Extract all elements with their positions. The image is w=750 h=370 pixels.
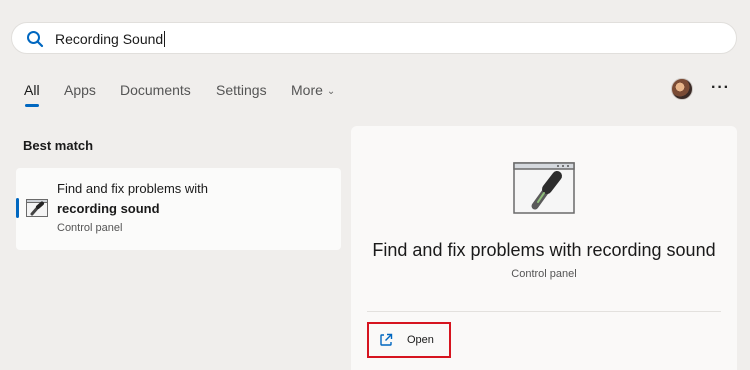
search-input-value: Recording Sound: [55, 31, 164, 47]
selection-indicator: [16, 198, 19, 218]
tab-settings[interactable]: Settings: [216, 80, 267, 100]
text-caret: [164, 31, 166, 47]
microphone-window-icon: [513, 162, 575, 214]
detail-subtitle: Control panel: [511, 268, 577, 280]
filter-tabs: All Apps Documents Settings More ⌄: [0, 80, 750, 104]
tab-all[interactable]: All: [24, 80, 40, 100]
detail-panel: Find and fix problems with recording sou…: [351, 126, 737, 370]
tab-apps[interactable]: Apps: [64, 80, 96, 100]
divider: [367, 311, 721, 312]
active-tab-indicator: [25, 104, 39, 107]
best-match-heading: Best match: [23, 138, 94, 153]
external-link-icon: [380, 333, 393, 346]
tab-documents[interactable]: Documents: [120, 80, 191, 100]
tab-more-label: More: [291, 82, 323, 98]
best-match-result[interactable]: Find and fix problems with recording sou…: [16, 168, 341, 250]
tab-more[interactable]: More ⌄: [291, 80, 335, 102]
search-box[interactable]: Recording Sound: [11, 22, 737, 54]
avatar[interactable]: [671, 78, 693, 100]
search-input[interactable]: Recording Sound: [55, 30, 166, 48]
detail-title: Find and fix problems with recording sou…: [372, 240, 716, 260]
microphone-window-icon: [26, 199, 48, 217]
open-button-label: Open: [407, 334, 434, 346]
chevron-down-icon: ⌄: [326, 86, 336, 97]
open-button[interactable]: Open: [367, 322, 451, 358]
result-subtitle: Control panel: [57, 222, 123, 234]
search-icon: [27, 31, 44, 48]
more-options-icon[interactable]: ···: [711, 79, 730, 97]
result-title-line2: recording sound: [57, 201, 160, 216]
result-title-line1: Find and fix problems with: [57, 181, 209, 196]
